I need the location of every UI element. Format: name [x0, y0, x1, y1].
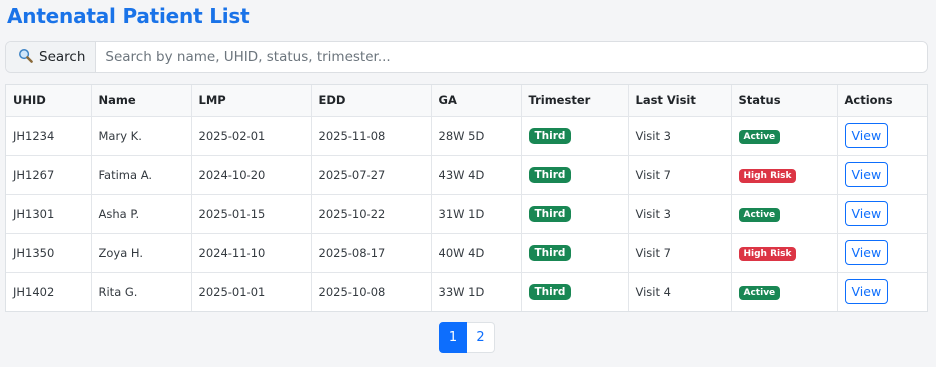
column-header: GA	[431, 85, 522, 117]
table-row: JH1267 Fatima A. 2024-10-20 2025-07-27 43W 4…	[6, 155, 927, 195]
cell-trimester: Third	[521, 233, 629, 273]
cell-name: Zoya H.	[91, 233, 192, 273]
cell-ga: 33W 1D	[431, 272, 522, 311]
cell-name: Fatima A.	[91, 155, 192, 195]
cell-trimester: Third	[521, 116, 629, 156]
cell-edd: 2025-08-17	[311, 233, 432, 273]
cell-edd: 2025-07-27	[311, 155, 432, 195]
cell-status: Active	[731, 272, 838, 311]
cell-lmp: 2025-01-15	[191, 194, 312, 234]
trimester-badge: Third	[528, 205, 572, 222]
page-2-button[interactable]: 2	[467, 322, 495, 353]
cell-uhid: JH1267	[6, 155, 92, 195]
cell-name: Asha P.	[91, 194, 192, 234]
search-bar: Search	[5, 41, 928, 73]
column-header: Actions	[837, 85, 927, 117]
cell-last-visit: Visit 3	[628, 194, 732, 234]
view-button[interactable]: View	[844, 162, 889, 187]
cell-uhid: JH1350	[6, 233, 92, 273]
column-header: Trimester	[521, 85, 629, 117]
cell-actions: View	[837, 116, 927, 156]
cell-last-visit: Visit 4	[628, 272, 732, 311]
trimester-badge: Third	[528, 283, 572, 300]
cell-actions: View	[837, 233, 927, 273]
status-badge: High Risk	[738, 168, 797, 183]
view-button[interactable]: View	[844, 240, 889, 265]
cell-status: High Risk	[731, 233, 838, 273]
status-badge: Active	[738, 129, 781, 144]
column-header: EDD	[311, 85, 432, 117]
search-input[interactable]	[96, 42, 927, 72]
cell-last-visit: Visit 3	[628, 116, 732, 156]
status-badge: Active	[738, 285, 781, 300]
patient-table: UHID Name LMP EDD GA Trimester Last Visit Statu…	[6, 85, 927, 311]
search-label: Search	[6, 42, 97, 72]
column-header: Last Visit	[628, 85, 732, 117]
cell-edd: 2025-10-22	[311, 194, 432, 234]
cell-ga: 40W 4D	[431, 233, 522, 273]
cell-ga: 28W 5D	[431, 116, 522, 156]
cell-ga: 43W 4D	[431, 155, 522, 195]
cell-uhid: JH1402	[6, 272, 92, 311]
column-header: LMP	[191, 85, 312, 117]
cell-lmp: 2025-01-01	[191, 272, 312, 311]
view-button[interactable]: View	[844, 123, 889, 148]
trimester-badge: Third	[528, 166, 572, 183]
trimester-badge: Third	[528, 127, 572, 144]
cell-edd: 2025-11-08	[311, 116, 432, 156]
cell-ga: 31W 1D	[431, 194, 522, 234]
column-header: UHID	[6, 85, 92, 117]
table-row: JH1234 Mary K. 2025-02-01 2025-11-08 28W 5D T…	[6, 116, 927, 156]
cell-actions: View	[837, 272, 927, 311]
cell-lmp: 2025-02-01	[191, 116, 312, 156]
patient-table-container: UHID Name LMP EDD GA Trimester Last Visit Statu…	[5, 84, 928, 312]
column-header: Name	[91, 85, 192, 117]
cell-trimester: Third	[521, 272, 629, 311]
cell-trimester: Third	[521, 155, 629, 195]
table-row: JH1301 Asha P. 2025-01-15 2025-10-22 31W 1D T…	[6, 194, 927, 234]
page-1-button[interactable]: 1	[439, 322, 467, 353]
table-row: JH1402 Rita G. 2025-01-01 2025-10-08 33W 1D T…	[6, 272, 927, 311]
cell-trimester: Third	[521, 194, 629, 234]
cell-uhid: JH1301	[6, 194, 92, 234]
trimester-badge: Third	[528, 244, 572, 261]
cell-last-visit: Visit 7	[628, 233, 732, 273]
cell-status: High Risk	[731, 155, 838, 195]
table-body: JH1234 Mary K. 2025-02-01 2025-11-08 28W 5D T…	[6, 116, 927, 311]
table-row: JH1350 Zoya H. 2024-11-10 2025-08-17 40W 4D T…	[6, 233, 927, 273]
status-badge: High Risk	[738, 246, 797, 261]
cell-last-visit: Visit 7	[628, 155, 732, 195]
cell-status: Active	[731, 116, 838, 156]
cell-status: Active	[731, 194, 838, 234]
search-icon	[18, 48, 33, 67]
cell-name: Rita G.	[91, 272, 192, 311]
pagination: 12	[439, 322, 495, 353]
page-title: Antenatal Patient List	[7, 4, 250, 28]
cell-name: Mary K.	[91, 116, 192, 156]
search-label-text: Search	[39, 49, 86, 65]
view-button[interactable]: View	[844, 201, 889, 226]
status-badge: Active	[738, 207, 781, 222]
cell-actions: View	[837, 155, 927, 195]
column-header: Status	[731, 85, 838, 117]
view-button[interactable]: View	[844, 279, 889, 305]
cell-actions: View	[837, 194, 927, 234]
cell-uhid: JH1234	[6, 116, 92, 156]
cell-lmp: 2024-11-10	[191, 233, 312, 273]
table-header-row: UHID Name LMP EDD GA Trimester Last Visit Statu…	[6, 85, 927, 117]
cell-lmp: 2024-10-20	[191, 155, 312, 195]
antenatal-page: Antenatal Patient List Search UHIDNameLM…	[0, 0, 936, 367]
cell-edd: 2025-10-08	[311, 272, 432, 311]
